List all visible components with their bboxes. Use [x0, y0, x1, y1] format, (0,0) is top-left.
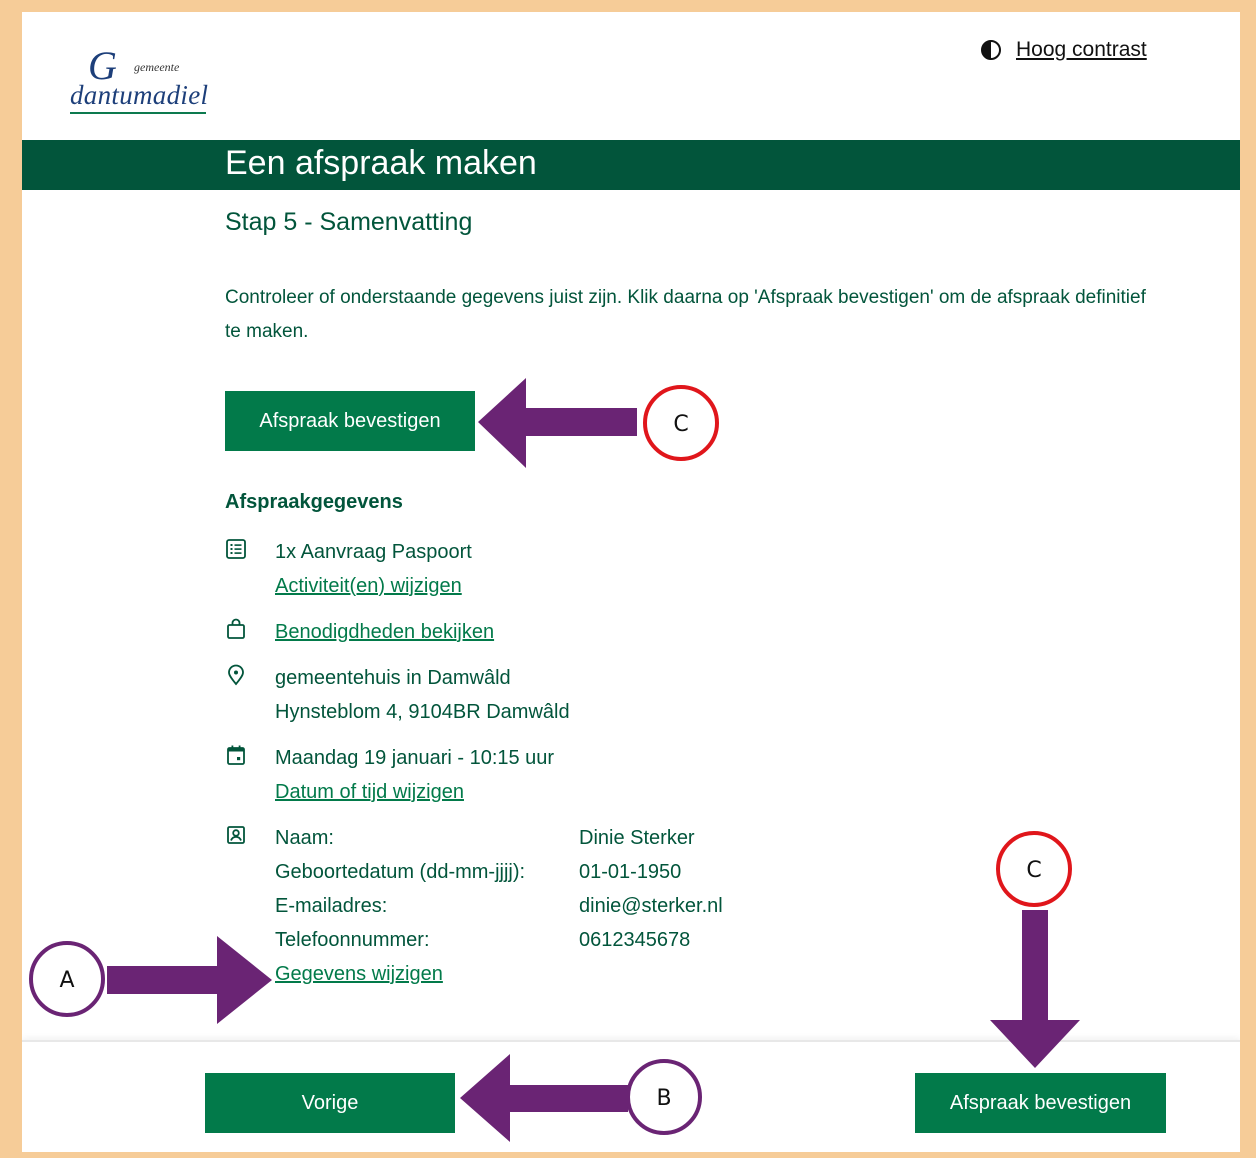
list-icon [226, 539, 246, 559]
logo-name-text: dantumadiel [70, 80, 209, 110]
high-contrast-label[interactable]: Hoog contrast [1016, 38, 1147, 62]
email-value: dinie@sterker.nl [579, 895, 723, 917]
appointment-datetime: Maandag 19 januari - 10:15 uur [275, 747, 555, 769]
requirements-row: Benodigdheden bekijken [225, 615, 494, 649]
dob-label: Geboortedatum (dd-mm-jjjj): [275, 861, 526, 883]
dob-value: 01-01-1950 [579, 861, 682, 883]
calendar-icon [227, 745, 245, 765]
location-address: Hynsteblom 4, 9104BR Damwâld [275, 701, 570, 723]
shopping-bag-icon [227, 618, 245, 639]
location-name: gemeentehuis in Damwâld [275, 667, 511, 689]
previous-button[interactable]: Vorige [205, 1073, 455, 1133]
contact-card-icon [227, 826, 245, 844]
phone-label: Telefoonnummer: [275, 929, 430, 951]
appointment-details-heading: Afspraakgegevens [225, 491, 403, 513]
location-row: gemeentehuis in Damwâld Hynsteblom 4, 91… [225, 661, 570, 729]
change-personal-details-link[interactable]: Gegevens wijzigen [275, 957, 723, 991]
activity-row: 1x Aanvraag Paspoort Activiteit(en) wijz… [225, 535, 472, 603]
confirm-appointment-button-top[interactable]: Afspraak bevestigen [225, 391, 475, 451]
change-datetime-link[interactable]: Datum of tijd wijzigen [275, 775, 554, 809]
confirm-appointment-button-bottom[interactable]: Afspraak bevestigen [915, 1073, 1166, 1133]
activity-text: 1x Aanvraag Paspoort [275, 541, 472, 563]
main-content: Stap 5 - Samenvatting Controleer of onde… [225, 208, 1185, 985]
high-contrast-toggle[interactable]: Hoog contrast [980, 38, 1147, 62]
name-label: Naam: [275, 827, 334, 849]
change-activity-link[interactable]: Activiteit(en) wijzigen [275, 569, 472, 603]
name-value: Dinie Sterker [579, 827, 695, 849]
page-frame: G gemeente dantumadiel Hoog contrast Een… [22, 12, 1240, 1152]
dantumadiel-logo[interactable]: G gemeente dantumadiel [70, 42, 220, 122]
personal-details-table: Naam: Dinie Sterker Geboortedatum (dd-mm… [275, 821, 723, 957]
title-bar: Een afspraak maken [22, 140, 1240, 190]
step-heading: Stap 5 - Samenvatting [225, 208, 473, 236]
view-requirements-link[interactable]: Benodigdheden bekijken [275, 615, 494, 649]
phone-value: 0612345678 [579, 929, 691, 951]
logo-gemeente-text: gemeente [134, 60, 180, 74]
datetime-row: Maandag 19 januari - 10:15 uur Datum of … [225, 741, 554, 809]
location-pin-icon [228, 664, 244, 686]
email-label: E-mailadres: [275, 895, 388, 917]
contrast-icon [981, 40, 1001, 60]
intro-text: Controleer of onderstaande gegevens juis… [225, 287, 1146, 342]
personal-details-row: Naam: Dinie Sterker Geboortedatum (dd-mm… [225, 821, 723, 991]
footer-bar: Vorige Afspraak bevestigen [22, 1040, 1240, 1152]
page-title: Een afspraak maken [225, 144, 537, 182]
logo-underline [70, 112, 206, 114]
